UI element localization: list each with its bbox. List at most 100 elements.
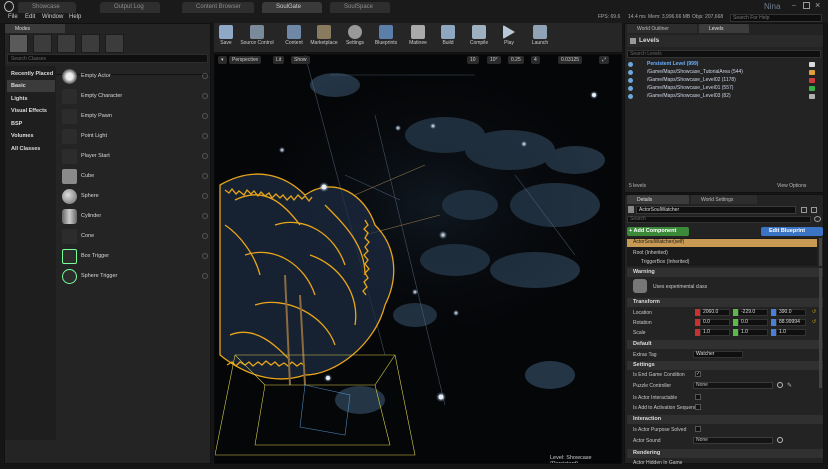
tab-content-browser[interactable]: Content Browser [182,2,254,13]
geometry-mode-icon[interactable] [105,34,124,53]
blueprints-button[interactable]: Blueprints [372,24,400,52]
asset-sphere-trigger[interactable]: Sphere Trigger [60,268,212,286]
help-icon[interactable] [202,173,208,179]
level-row[interactable]: /Game/Maps/Showcase_Level02 (1178) [625,77,823,85]
menu-edit[interactable]: Edit [25,14,35,20]
visibility-icon[interactable] [628,70,633,75]
show-button[interactable]: Show [291,56,310,64]
scale-x-field[interactable]: 1.0 [700,329,730,336]
content-button[interactable]: Content [282,24,306,52]
details-search-input[interactable]: Search [627,216,811,223]
help-search-input[interactable]: Search For Help [730,14,822,22]
menu-window[interactable]: Window [42,14,63,20]
activation-sequence-checkbox[interactable] [695,404,701,410]
camera-speed-button[interactable]: 4 [531,56,540,64]
build-button[interactable]: Build [436,24,460,52]
puzzle-controller-dropdown[interactable]: None [693,382,773,389]
place-mode-icon[interactable] [9,34,28,53]
purpose-solved-checkbox[interactable] [695,426,701,432]
help-icon[interactable] [202,93,208,99]
search-icon[interactable] [777,437,783,443]
search-classes-input[interactable]: Search Classes [7,54,208,63]
end-game-checkbox[interactable]: ✓ [695,371,701,377]
extras-tag-field[interactable]: Watcher [693,351,743,358]
tab-levels[interactable]: Levels [699,24,749,33]
visibility-icon[interactable] [628,78,633,83]
modes-tab[interactable]: Modes [5,24,65,33]
rotation-y-field[interactable]: 0.0 [738,319,768,326]
level-row-persistent[interactable]: Persistent Level (999) [625,61,823,69]
component-root-row[interactable]: Root (Inherited) [627,250,668,256]
search-levels-input[interactable]: Search Levels [627,50,821,58]
reset-location-icon[interactable]: ↺ [812,309,816,315]
asset-empty-pawn[interactable]: Empty Pawn [60,108,212,126]
rotation-x-field[interactable]: 0.0 [700,319,730,326]
help-icon[interactable] [202,233,208,239]
section-default[interactable]: Default [627,340,823,349]
asset-point-light[interactable]: Point Light [60,128,212,146]
level-row[interactable]: /Game/Maps/Showcase_Level01 (557) [625,85,823,93]
level-color-swatch[interactable] [809,94,815,99]
category-basic[interactable]: Basic [7,80,55,92]
compile-button[interactable]: Compile [466,24,492,52]
menu-file[interactable]: File [8,14,18,20]
location-x-field[interactable]: 2060.0 [700,309,730,316]
asset-empty-character[interactable]: Empty Character [60,88,212,106]
category-lights[interactable]: Lights [7,93,55,105]
tab-soulspace[interactable]: SoulSpace [330,2,390,13]
section-interaction[interactable]: Interaction [627,415,823,424]
matinee-button[interactable]: Matinee [406,24,430,52]
help-icon[interactable] [202,213,208,219]
asset-player-start[interactable]: Player Start [60,148,212,166]
help-icon[interactable] [202,273,208,279]
settings-button[interactable]: Settings [342,24,368,52]
scale-y-field[interactable]: 1.0 [738,329,768,336]
level-row[interactable]: /Game/Maps/Showcase_Level03 (82) [625,93,823,101]
tab-soulgate[interactable]: SoulGate [262,2,322,13]
section-warning[interactable]: Warning [627,268,823,277]
eyedropper-icon[interactable]: ✎ [787,382,792,389]
level-viewport[interactable]: ▾ Perspective Lit Show 10 10° 0.25 4 0.0… [214,54,622,464]
help-icon[interactable] [202,73,208,79]
level-color-swatch[interactable] [809,78,815,83]
level-color-swatch[interactable] [809,62,815,67]
minimize-button[interactable]: – [792,2,800,10]
perspective-button[interactable]: Perspective [229,56,262,64]
asset-box-trigger[interactable]: Box Trigger [60,248,212,266]
category-visual-effects[interactable]: Visual Effects [7,105,55,117]
section-transform[interactable]: Transform [627,298,823,307]
lit-button[interactable]: Lit [273,56,285,64]
scale-snap-button[interactable]: 0.25 [508,56,524,64]
scale-z-field[interactable]: 1.0 [776,329,806,336]
asset-cylinder[interactable]: Cylinder [60,208,212,226]
add-component-button[interactable]: + Add Component [627,227,689,236]
close-button[interactable]: × [815,0,820,10]
level-row[interactable]: /Game/Maps/Showcase_TutorialArea (544) [625,69,823,77]
tab-world-outliner[interactable]: World Outliner [627,24,697,33]
help-icon[interactable] [202,253,208,259]
location-z-field[interactable]: 390.0 [776,309,806,316]
landscape-mode-icon[interactable] [57,34,76,53]
category-volumes[interactable]: Volumes [7,130,55,142]
category-all-classes[interactable]: All Classes [7,143,55,155]
viewport-options-button[interactable]: ▾ [218,56,227,64]
scale-label[interactable]: Scale [633,330,646,336]
paint-mode-icon[interactable] [33,34,52,53]
help-icon[interactable] [202,153,208,159]
help-icon[interactable] [202,133,208,139]
visibility-icon[interactable] [628,86,633,91]
search-icon[interactable] [777,382,783,388]
help-icon[interactable] [202,113,208,119]
menu-help[interactable]: Help [69,14,81,20]
save-button[interactable]: Save [216,24,236,52]
eye-icon[interactable] [814,216,821,222]
actor-name-field[interactable]: ActorSoulWatcher [636,206,796,214]
rotation-z-field[interactable]: 88.99994 [776,319,806,326]
marketplace-button[interactable]: Marketplace [308,24,340,52]
tab-showcase[interactable]: Showcase [18,2,76,13]
maximize-viewport-button[interactable]: ⤢ [599,56,610,64]
section-rendering[interactable]: Rendering [627,449,823,458]
category-bsp[interactable]: BSP [7,118,55,130]
maximize-button[interactable] [803,2,810,9]
foliage-mode-icon[interactable] [81,34,100,53]
